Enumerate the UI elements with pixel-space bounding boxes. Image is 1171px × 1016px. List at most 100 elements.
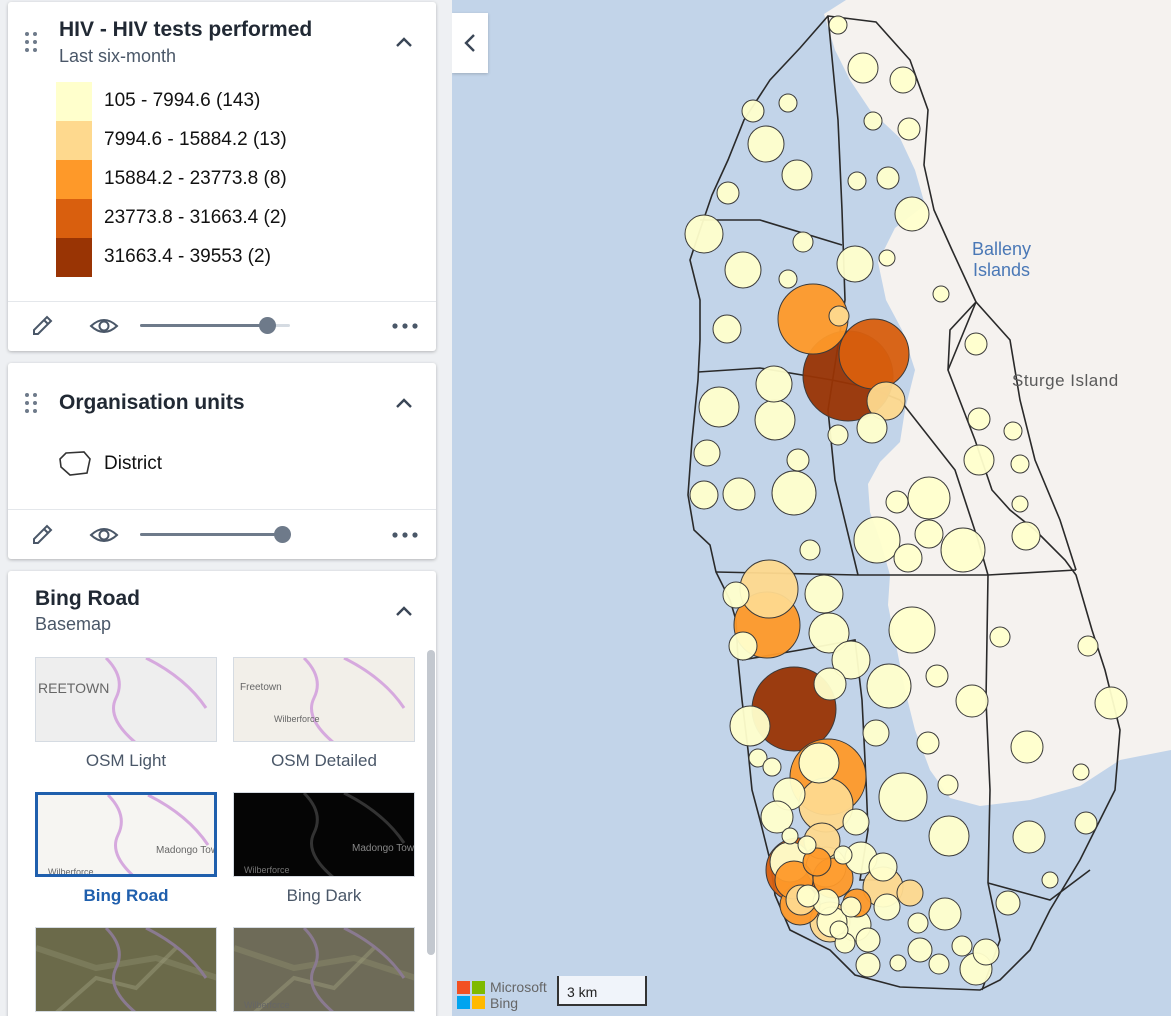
facility-bubble[interactable] xyxy=(827,424,849,446)
facility-bubble[interactable] xyxy=(868,852,898,882)
facility-bubble[interactable] xyxy=(876,166,900,190)
facility-bubble[interactable] xyxy=(836,245,874,283)
facility-bubble[interactable] xyxy=(967,407,991,431)
facility-bubble[interactable] xyxy=(796,884,820,908)
facility-bubble[interactable] xyxy=(712,314,742,344)
facility-bubble[interactable] xyxy=(722,581,750,609)
facility-bubble[interactable] xyxy=(907,937,933,963)
facility-bubble[interactable] xyxy=(896,879,924,907)
basemap-option[interactable]: Wilberforce xyxy=(233,927,415,1016)
facility-bubble[interactable] xyxy=(916,731,940,755)
basemap-option[interactable]: Freetown Wilberforce OSM Detailed xyxy=(233,657,415,777)
facility-bubble[interactable] xyxy=(828,15,848,35)
facility-bubble[interactable] xyxy=(878,772,928,822)
facility-bubble[interactable] xyxy=(989,626,1011,648)
facility-bubble[interactable] xyxy=(955,684,989,718)
facility-bubble[interactable] xyxy=(894,196,930,232)
collapse-panel-button[interactable] xyxy=(452,13,488,73)
facility-bubble[interactable] xyxy=(798,742,840,784)
facility-bubble[interactable] xyxy=(698,386,740,428)
facility-bubble[interactable] xyxy=(1011,495,1029,513)
facility-bubble[interactable] xyxy=(847,171,867,191)
basemap-option[interactable]: REETOWN OSM Light xyxy=(35,657,217,777)
facility-bubble[interactable] xyxy=(684,214,724,254)
facility-bubble[interactable] xyxy=(838,318,910,390)
opacity-slider[interactable] xyxy=(140,520,291,550)
facility-bubble[interactable] xyxy=(762,757,782,777)
facility-bubble[interactable] xyxy=(728,631,758,661)
edit-icon[interactable] xyxy=(28,311,58,341)
facility-bubble[interactable] xyxy=(724,251,762,289)
facility-bubble[interactable] xyxy=(1072,763,1090,781)
facility-bubble[interactable] xyxy=(878,249,896,267)
map-canvas[interactable] xyxy=(452,0,1171,1016)
facility-bubble[interactable] xyxy=(778,93,798,113)
facility-bubble[interactable] xyxy=(866,663,912,709)
facility-bubble[interactable] xyxy=(1074,811,1098,835)
facility-bubble[interactable] xyxy=(693,439,721,467)
facility-bubble[interactable] xyxy=(889,66,917,94)
facility-bubble[interactable] xyxy=(792,231,814,253)
facility-bubble[interactable] xyxy=(842,808,870,836)
facility-bubble[interactable] xyxy=(833,845,853,865)
facility-bubble[interactable] xyxy=(729,705,771,747)
chevron-up-icon[interactable] xyxy=(392,599,416,623)
map-view[interactable]: Balleny Islands Sturge Island Microsoft … xyxy=(452,0,1171,1016)
facility-bubble[interactable] xyxy=(1010,730,1044,764)
facility-bubble[interactable] xyxy=(797,835,817,855)
panel-scrollbar[interactable] xyxy=(427,650,435,955)
facility-bubble[interactable] xyxy=(925,664,949,688)
facility-bubble[interactable] xyxy=(716,181,740,205)
visibility-icon[interactable] xyxy=(89,311,119,341)
facility-bubble[interactable] xyxy=(907,476,951,520)
facility-bubble[interactable] xyxy=(964,332,988,356)
facility-bubble[interactable] xyxy=(863,111,883,131)
facility-bubble[interactable] xyxy=(928,897,962,931)
facility-bubble[interactable] xyxy=(771,470,817,516)
facility-bubble[interactable] xyxy=(813,667,847,701)
facility-bubble[interactable] xyxy=(907,912,929,934)
facility-bubble[interactable] xyxy=(897,117,921,141)
facility-bubble[interactable] xyxy=(855,927,881,953)
facility-bubble[interactable] xyxy=(889,954,907,972)
facility-bubble[interactable] xyxy=(873,893,901,921)
facility-bubble[interactable] xyxy=(754,399,796,441)
facility-bubble[interactable] xyxy=(1077,635,1099,657)
basemap-option[interactable]: Madongo Town Wilberforce Bing Dark xyxy=(233,792,415,912)
facility-bubble[interactable] xyxy=(829,920,849,940)
facility-bubble[interactable] xyxy=(781,827,799,845)
facility-bubble[interactable] xyxy=(1011,521,1041,551)
facility-bubble[interactable] xyxy=(855,952,881,978)
facility-bubble[interactable] xyxy=(1003,421,1023,441)
basemap-option[interactable] xyxy=(35,927,217,1016)
drag-handle-icon[interactable] xyxy=(25,32,39,56)
facility-bubble[interactable] xyxy=(893,543,923,573)
opacity-slider[interactable] xyxy=(140,311,290,341)
facility-bubble[interactable] xyxy=(1012,820,1046,854)
facility-bubble[interactable] xyxy=(951,935,973,957)
facility-bubble[interactable] xyxy=(689,480,719,510)
facility-bubble[interactable] xyxy=(722,477,756,511)
facility-bubble[interactable] xyxy=(914,519,944,549)
facility-bubble[interactable] xyxy=(940,527,986,573)
facility-bubble[interactable] xyxy=(885,490,909,514)
facility-bubble[interactable] xyxy=(963,444,995,476)
facility-bubble[interactable] xyxy=(781,159,813,191)
facility-bubble[interactable] xyxy=(1041,871,1059,889)
visibility-icon[interactable] xyxy=(89,520,119,550)
facility-bubble[interactable] xyxy=(1010,454,1030,474)
facility-bubble[interactable] xyxy=(747,125,785,163)
facility-bubble[interactable] xyxy=(739,559,799,619)
opacity-slider-thumb[interactable] xyxy=(274,526,291,543)
opacity-slider-thumb[interactable] xyxy=(259,317,276,334)
facility-bubble[interactable] xyxy=(856,412,888,444)
facility-bubble[interactable] xyxy=(778,269,798,289)
facility-bubble[interactable] xyxy=(932,285,950,303)
facility-bubble[interactable] xyxy=(862,719,890,747)
facility-bubble[interactable] xyxy=(847,52,879,84)
facility-bubble[interactable] xyxy=(799,539,821,561)
facility-bubble[interactable] xyxy=(840,896,862,918)
facility-bubble[interactable] xyxy=(755,365,793,403)
facility-bubble[interactable] xyxy=(1094,686,1128,720)
facility-bubble[interactable] xyxy=(937,774,959,796)
